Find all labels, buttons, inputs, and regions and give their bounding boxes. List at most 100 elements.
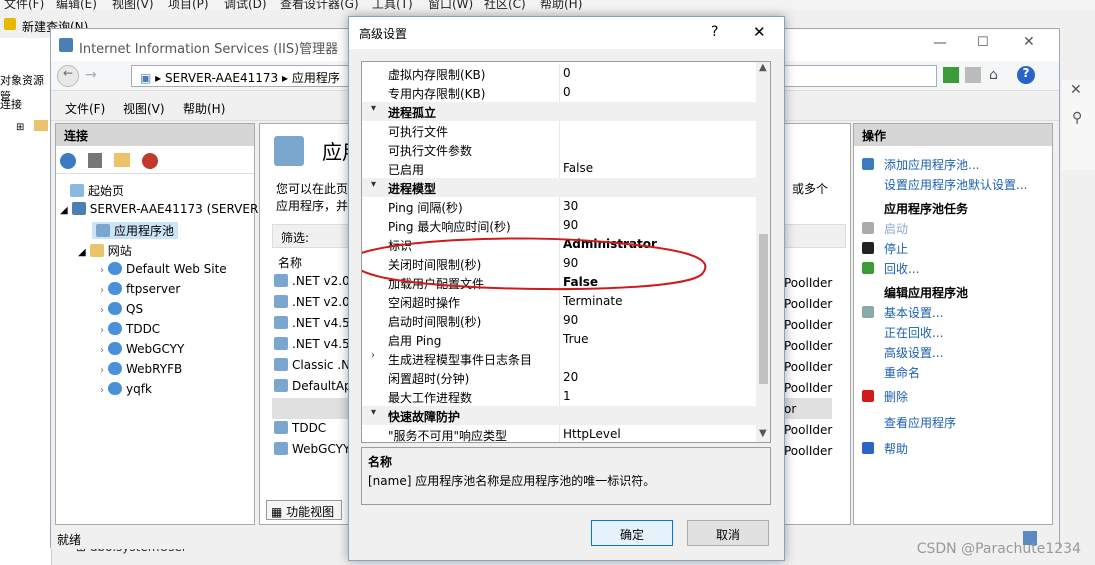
bg-close-icon[interactable]: ✕ <box>1070 82 1082 98</box>
property-row[interactable]: 启动时间限制(秒) 90 <box>362 311 756 330</box>
scrollbar-thumb[interactable] <box>759 234 768 384</box>
collapse-icon[interactable]: ▾ <box>371 179 376 190</box>
action-link[interactable]: 添加应用程序池... <box>884 156 979 173</box>
collapse-icon[interactable]: ▾ <box>371 103 376 114</box>
property-row[interactable]: 可执行文件参数 <box>362 140 756 159</box>
dialog-help-button[interactable]: ? <box>711 24 718 40</box>
breadcrumb[interactable]: ▣ ▸ SERVER-AAE41173 ▸ 应用程序 <box>131 65 357 87</box>
menu-view[interactable]: 视图(V) <box>123 100 165 117</box>
delete-icon[interactable] <box>862 390 874 402</box>
property-row[interactable]: 最大工作进程数 1 <box>362 387 756 406</box>
bg-menu-debug[interactable]: 调试(D) <box>224 0 267 10</box>
tree-site[interactable]: › TDDC <box>100 322 160 336</box>
property-row[interactable]: 可执行文件 <box>362 121 756 140</box>
folder-up-icon[interactable] <box>114 153 130 167</box>
property-category[interactable]: ▾ 进程模型 <box>362 178 756 197</box>
back-arrow-icon[interactable]: ← <box>57 65 79 87</box>
action-link[interactable]: 回收... <box>884 260 919 277</box>
action-link[interactable]: 设置应用程序池默认设置... <box>884 176 1027 193</box>
expand-icon[interactable]: › <box>100 385 104 396</box>
action-link[interactable]: 重命名 <box>884 364 920 381</box>
scroll-down-icon[interactable]: ▼ <box>759 428 767 439</box>
bg-menu-tools[interactable]: 工具(T) <box>372 0 413 10</box>
address-bar-tail[interactable] <box>767 65 937 87</box>
property-row[interactable]: 闲置超时(分钟) 20 <box>362 368 756 387</box>
bg-menu-help[interactable]: 帮助(H) <box>540 0 582 10</box>
property-value[interactable]: True <box>563 332 589 346</box>
window-close-icon[interactable]: ✕ <box>1023 34 1035 50</box>
property-row[interactable]: "服务不可用"响应类型 HttpLevel <box>362 425 756 442</box>
property-category[interactable]: ▾ 进程孤立 <box>362 102 756 121</box>
tree-server[interactable]: ◢ SERVER-AAE41173 (SERVER <box>60 202 258 216</box>
expand-icon[interactable]: › <box>100 345 104 356</box>
expand-icon[interactable]: › <box>100 305 104 316</box>
property-value[interactable]: 20 <box>563 370 578 384</box>
tab-features-view[interactable]: ▦ 功能视图 <box>266 500 342 520</box>
property-value[interactable]: 90 <box>563 218 578 232</box>
home-icon[interactable]: ⌂ <box>989 67 998 83</box>
stop-icon[interactable] <box>862 242 874 254</box>
tree-site[interactable]: › Default Web Site <box>100 262 227 276</box>
property-value[interactable]: 0 <box>563 66 571 80</box>
tree-site[interactable]: › WebGCYY <box>100 342 184 356</box>
list-item[interactable]: TDDC <box>274 421 326 435</box>
expand-icon[interactable]: › <box>100 325 104 336</box>
scroll-up-icon[interactable]: ▲ <box>759 62 767 73</box>
tree-sites[interactable]: ◢ 网站 <box>78 242 132 259</box>
action-link[interactable]: 正在回收... <box>884 324 943 341</box>
tree-site[interactable]: › yqfk <box>100 382 152 396</box>
refresh-icon[interactable] <box>943 67 959 83</box>
property-row[interactable]: 专用内存限制(KB) 0 <box>362 83 756 102</box>
recycle-icon[interactable] <box>862 262 874 274</box>
ssms-connect-button[interactable]: 连接 <box>0 96 22 112</box>
list-item[interactable]: .NET v4.5 <box>274 316 350 330</box>
bg-menu-community[interactable]: 社区(C) <box>484 0 526 10</box>
collapse-icon[interactable]: ◢ <box>78 247 86 258</box>
list-item[interactable]: Classic .N <box>274 358 350 372</box>
breadcrumb-app-pools[interactable]: 应用程序 <box>292 71 340 85</box>
property-value[interactable]: 1 <box>563 389 571 403</box>
basic-settings-icon[interactable] <box>862 306 874 318</box>
property-row[interactable]: › 生成进程模型事件日志条目 <box>362 349 756 368</box>
bg-search-icon[interactable]: ⚲ <box>1072 110 1082 126</box>
bg-menu-window[interactable]: 窗口(W) <box>428 0 473 10</box>
property-row[interactable]: 启用 Ping True <box>362 330 756 349</box>
list-item[interactable]: DefaultAp <box>274 379 352 393</box>
ok-button[interactable]: 确定 <box>591 520 673 546</box>
action-link[interactable]: 启动 <box>884 220 908 237</box>
help-icon[interactable] <box>862 442 874 454</box>
bg-menu-project[interactable]: 项目(P) <box>168 0 209 10</box>
tree-site[interactable]: › ftpserver <box>100 282 180 296</box>
property-value[interactable]: 30 <box>563 199 578 213</box>
action-link[interactable]: 基本设置... <box>884 304 943 321</box>
bg-menu-view[interactable]: 视图(V) <box>112 0 154 10</box>
collapse-icon[interactable]: ▾ <box>371 407 376 418</box>
expand-icon[interactable]: › <box>100 265 104 276</box>
tree-site[interactable]: › QS <box>100 302 143 316</box>
expand-icon[interactable]: › <box>371 350 375 361</box>
dialog-close-button[interactable]: ✕ <box>753 23 766 41</box>
forward-arrow-icon[interactable]: → <box>85 67 97 83</box>
tree-start-page[interactable]: 起始页 <box>70 182 124 199</box>
tree-expander-icon[interactable]: ⊞ <box>16 122 24 133</box>
menu-help[interactable]: 帮助(H) <box>183 100 225 117</box>
property-row[interactable]: 已启用 False <box>362 159 756 178</box>
list-item[interactable]: .NET v4.5 <box>274 337 350 351</box>
tree-app-pools[interactable]: 应用程序池 <box>92 222 179 239</box>
property-value[interactable]: False <box>563 161 593 175</box>
cancel-button[interactable]: 取消 <box>687 520 769 546</box>
bg-menu-edit[interactable]: 编辑(E) <box>56 0 97 10</box>
minimize-icon[interactable]: — <box>933 35 947 51</box>
collapse-icon[interactable]: ◢ <box>60 205 68 216</box>
bg-menu-designer[interactable]: 查看设计器(G) <box>280 0 359 10</box>
property-category[interactable]: ▾ 快速故障防护 <box>362 406 756 425</box>
stop-icon[interactable] <box>965 67 981 83</box>
action-link[interactable]: 停止 <box>884 240 908 257</box>
property-value[interactable]: 90 <box>563 313 578 327</box>
connect-globe-icon[interactable] <box>60 153 76 169</box>
action-link[interactable]: 帮助 <box>884 440 908 457</box>
property-value[interactable]: HttpLevel <box>563 427 621 441</box>
bg-menu-file[interactable]: 文件(F) <box>4 0 44 10</box>
breadcrumb-server[interactable]: SERVER-AAE41173 <box>165 71 278 85</box>
help-icon[interactable]: ? <box>1017 66 1035 84</box>
